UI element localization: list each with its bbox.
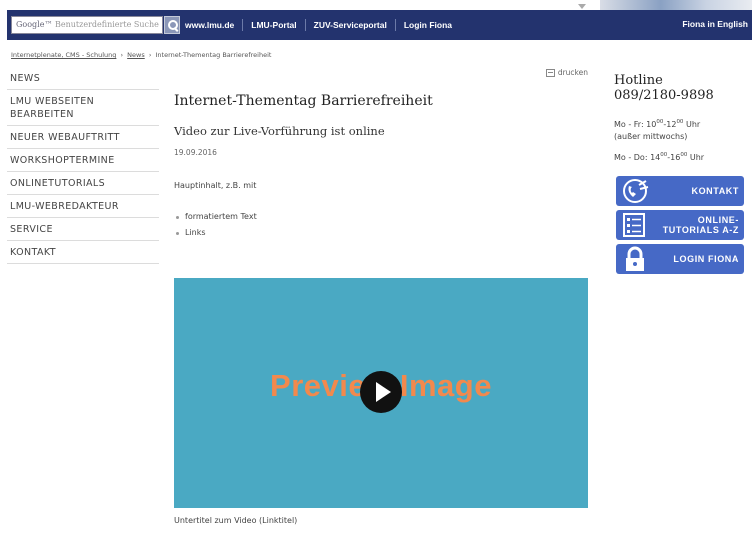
- sidebar-nav: NEWS LMU WEBSEITEN BEARBEITEN NEUER WEBA…: [7, 67, 159, 264]
- hours-afternoon: Mo - Do: 1400-1600 Uhr: [614, 152, 705, 162]
- page-title: Internet-Thementag Barrierefreiheit: [174, 93, 433, 109]
- article-intro: Hauptinhalt, z.B. mit: [174, 181, 257, 190]
- lock-icon: [626, 246, 644, 271]
- top-links: www.lmu.de LMU-Portal ZUV-Serviceportal …: [177, 10, 460, 40]
- article-subtitle: Video zur Live-Vorführung ist online: [174, 124, 385, 138]
- hotline-number: 089/2180-9898: [614, 88, 714, 103]
- toplink-lmu-portal[interactable]: LMU-Portal: [242, 19, 304, 31]
- checklist-icon: [623, 213, 645, 237]
- language-switch-link[interactable]: Fiona in English: [682, 19, 748, 29]
- search-brand: Google™: [16, 20, 53, 29]
- hotline-label: Hotline: [614, 73, 663, 88]
- list-item: formatiertem Text: [174, 209, 257, 225]
- sidebar-item-service[interactable]: SERVICE: [7, 218, 159, 241]
- top-navigation-bar: Google™ Benutzerdefinierte Suche www.lmu…: [7, 10, 752, 40]
- login-fiona-button[interactable]: LOGIN FIONA: [616, 244, 744, 274]
- breadcrumb-separator: ›: [148, 51, 152, 59]
- printer-icon: [545, 68, 555, 77]
- online-tutorials-button-label: ONLINE-TUTORIALS A-Z: [662, 215, 739, 235]
- online-tutorials-button[interactable]: ONLINE-TUTORIALS A-Z: [616, 210, 744, 240]
- print-link[interactable]: drucken: [545, 68, 588, 77]
- breadcrumb: Internetplenate, CMS - Schulung › News ›…: [11, 51, 271, 59]
- search-input[interactable]: Google™ Benutzerdefinierte Suche: [11, 16, 163, 34]
- breadcrumb-item-news[interactable]: News: [127, 51, 145, 59]
- sidebar-item-workshoptermine[interactable]: WORKSHOPTERMINE: [7, 149, 159, 172]
- sidebar-item-onlinetutorials[interactable]: ONLINETUTORIALS: [7, 172, 159, 195]
- sidebar-item-webredakteur[interactable]: LMU-WEBREDAKTEUR: [7, 195, 159, 218]
- kontakt-button[interactable]: KONTAKT: [616, 176, 744, 206]
- login-fiona-button-label: LOGIN FIONA: [673, 254, 739, 264]
- hours-weekday: Mo - Fr: 1000-1200 Uhr: [614, 119, 701, 129]
- sidebar-item-webseiten-bearbeiten[interactable]: LMU WEBSEITEN BEARBEITEN: [7, 90, 159, 126]
- breadcrumb-item-schulung[interactable]: Internetplenate, CMS - Schulung: [11, 51, 116, 59]
- bullet-list: formatiertem Text Links: [174, 209, 257, 241]
- list-item[interactable]: Links: [174, 225, 257, 241]
- sidebar-item-neuer-webauftritt[interactable]: NEUER WEBAUFTRITT: [7, 126, 159, 149]
- video-player[interactable]: Preview Image: [174, 278, 588, 508]
- hours-note: (außer mittwochs): [614, 132, 688, 141]
- toplink-zuv-serviceportal[interactable]: ZUV-Serviceportal: [304, 19, 395, 31]
- phone-icon: [623, 179, 649, 203]
- kontakt-button-label: KONTAKT: [691, 186, 739, 196]
- banner-arrow-icon: [578, 4, 586, 9]
- play-button[interactable]: [360, 371, 402, 413]
- breadcrumb-separator: ›: [120, 51, 124, 59]
- toplink-lmu-de[interactable]: www.lmu.de: [177, 19, 242, 31]
- toplink-login-fiona[interactable]: Login Fiona: [394, 19, 460, 31]
- sidebar-item-news[interactable]: NEWS: [7, 67, 159, 90]
- video-caption: Untertitel zum Video (Linktitel): [174, 516, 298, 525]
- article-date: 19.09.2016: [174, 148, 217, 157]
- office-hours: Mo - Fr: 1000-1200 Uhr (außer mittwochs)…: [614, 116, 704, 164]
- sidebar-item-kontakt[interactable]: KONTAKT: [7, 241, 159, 264]
- breadcrumb-current: Internet-Thementag Barrierefreiheit: [155, 51, 272, 59]
- print-label: drucken: [557, 68, 588, 77]
- search-placeholder: Benutzerdefinierte Suche: [54, 20, 159, 29]
